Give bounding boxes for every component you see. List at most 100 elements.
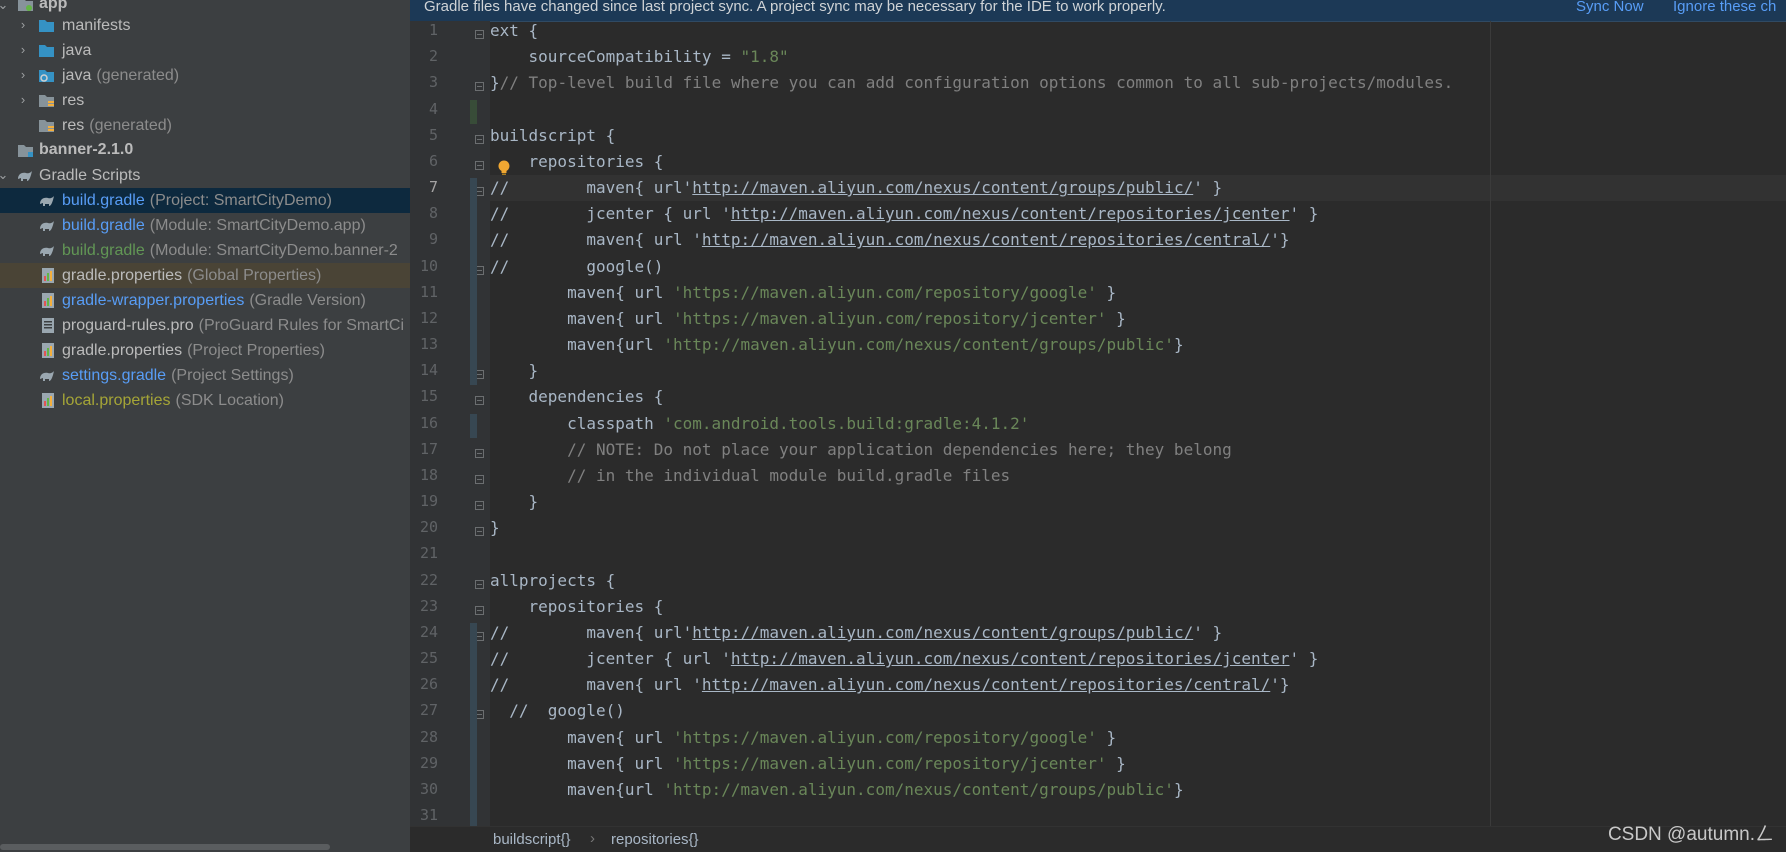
fold-marker-icon[interactable] — [475, 82, 484, 92]
line-number[interactable]: 11 — [410, 283, 438, 301]
tree-item-gradle-wrapper-properties[interactable]: gradle-wrapper.properties (Gradle Version… — [0, 288, 410, 313]
code-line[interactable]: maven{ url 'https://maven.aliyun.com/rep… — [490, 280, 1786, 306]
code-line[interactable]: // maven{ url'http://maven.aliyun.com/ne… — [490, 175, 1786, 202]
code-line[interactable]: classpath 'com.android.tools.build:gradl… — [490, 411, 1786, 437]
tree-item-gradle-properties-project[interactable]: gradle.properties (Project Properties) — [0, 338, 410, 363]
line-number[interactable]: 2 — [410, 47, 438, 65]
line-number[interactable]: 12 — [410, 309, 438, 327]
code-line[interactable]: }// Top-level build file where you can a… — [490, 70, 1786, 96]
chevron-down-icon[interactable]: ⌄ — [0, 168, 9, 181]
vcs-change-marker[interactable] — [470, 622, 477, 831]
line-number[interactable]: 4 — [410, 100, 438, 118]
line-number-gutter[interactable]: 1 2 3 4 5 6 7 8 9 10 11 12 13 14 15 16 17 18 19 20 21 22 23 24 2… — [410, 21, 468, 827]
tree-item-build-gradle-banner[interactable]: build.gradle (Module: SmartCityDemo.banne… — [0, 238, 410, 263]
code-line[interactable]: buildscript { — [490, 123, 1786, 149]
line-number[interactable]: 10 — [410, 257, 438, 275]
fold-marker-icon[interactable] — [475, 160, 484, 170]
fold-marker-icon[interactable] — [475, 30, 484, 39]
breadcrumb-item-buildscript[interactable]: buildscript{} — [493, 831, 571, 848]
code-line[interactable]: // in the individual module build.gradle… — [490, 463, 1786, 489]
line-number[interactable]: 18 — [410, 466, 438, 484]
code-line[interactable]: allprojects { — [490, 568, 1786, 594]
code-line[interactable] — [490, 541, 1786, 567]
code-editor[interactable]: Gradle files have changed since last pro… — [410, 0, 1786, 852]
tree-item-banner-module[interactable]: banner-2.1.0 — [0, 138, 410, 163]
line-number[interactable]: 15 — [410, 387, 438, 405]
code-line[interactable]: // maven{ url 'http://maven.aliyun.com/n… — [490, 227, 1786, 253]
vcs-change-marker[interactable] — [470, 413, 477, 438]
line-number[interactable]: 1 — [410, 21, 438, 39]
vcs-change-marker[interactable] — [470, 99, 477, 124]
chevron-right-icon[interactable]: › — [17, 93, 29, 106]
tree-item-settings-gradle[interactable]: settings.gradle (Project Settings) — [0, 363, 410, 388]
line-number[interactable]: 14 — [410, 361, 438, 379]
fold-marker-icon[interactable] — [475, 474, 484, 484]
tree-item-build-gradle-project[interactable]: build.gradle (Project: SmartCityDemo) — [0, 188, 410, 213]
breadcrumb-item-repositories[interactable]: repositories{} — [611, 831, 699, 848]
horizontal-scrollbar[interactable] — [0, 844, 330, 850]
line-number[interactable]: 25 — [410, 649, 438, 667]
line-number[interactable]: 13 — [410, 335, 438, 353]
fold-marker-icon[interactable] — [475, 605, 484, 615]
code-line[interactable]: // maven{ url 'http://maven.aliyun.com/n… — [490, 672, 1786, 698]
code-line[interactable]: // maven{ url'http://maven.aliyun.com/ne… — [490, 620, 1786, 646]
line-number[interactable]: 22 — [410, 571, 438, 589]
tree-item-gradle-scripts[interactable]: ⌄ Gradle Scripts — [0, 163, 410, 188]
code-line[interactable]: } — [490, 515, 1786, 541]
fold-gutter[interactable] — [468, 21, 490, 831]
line-number[interactable]: 5 — [410, 126, 438, 144]
project-tree[interactable]: ⌄ app › manifests › java › java (generate… — [0, 0, 410, 852]
line-number[interactable]: 28 — [410, 728, 438, 746]
tree-item-proguard-rules[interactable]: proguard-rules.pro (ProGuard Rules for Sm… — [0, 313, 410, 338]
code-line[interactable]: repositories { — [490, 149, 1786, 175]
tree-item-local-properties[interactable]: local.properties (SDK Location) — [0, 388, 410, 413]
code-line[interactable]: maven{url 'http://maven.aliyun.com/nexus… — [490, 777, 1786, 803]
line-number[interactable]: 27 — [410, 701, 438, 719]
line-number[interactable]: 8 — [410, 204, 438, 222]
line-number[interactable]: 31 — [410, 806, 438, 824]
line-number[interactable]: 29 — [410, 754, 438, 772]
fold-marker-icon[interactable] — [475, 579, 484, 589]
tree-item-gradle-properties-global[interactable]: gradle.properties (Global Properties) — [0, 263, 410, 288]
code-line[interactable]: } — [490, 489, 1786, 515]
sync-now-link[interactable]: Sync Now — [1576, 0, 1644, 15]
tree-item-build-gradle-app[interactable]: build.gradle (Module: SmartCityDemo.app) — [0, 213, 410, 238]
fold-marker-icon[interactable] — [475, 134, 484, 144]
code-line[interactable]: ext { — [490, 21, 1786, 44]
tree-item-manifests[interactable]: › manifests — [0, 13, 410, 38]
code-line[interactable]: // jcenter { url 'http://maven.aliyun.co… — [490, 646, 1786, 672]
tree-item-res[interactable]: › res — [0, 88, 410, 113]
code-line[interactable] — [490, 803, 1786, 827]
line-number[interactable]: 17 — [410, 440, 438, 458]
tree-item-res-generated[interactable]: res (generated) — [0, 113, 410, 138]
ignore-changes-link[interactable]: Ignore these ch — [1673, 0, 1776, 15]
fold-marker-icon[interactable] — [475, 501, 484, 511]
code-line[interactable]: maven{ url 'https://maven.aliyun.com/rep… — [490, 306, 1786, 332]
chevron-right-icon[interactable]: › — [17, 18, 29, 31]
code-line[interactable] — [490, 97, 1786, 123]
line-number[interactable]: 16 — [410, 414, 438, 432]
chevron-right-icon[interactable]: › — [17, 68, 29, 81]
line-number[interactable]: 21 — [410, 544, 438, 562]
fold-marker-icon[interactable] — [475, 527, 484, 537]
chevron-right-icon[interactable]: › — [17, 43, 29, 56]
vcs-change-marker[interactable] — [470, 178, 477, 386]
code-line[interactable]: } — [490, 358, 1786, 384]
tree-item-java[interactable]: › java — [0, 38, 410, 63]
code-line[interactable]: repositories { — [490, 594, 1786, 620]
line-number[interactable]: 7 — [410, 178, 438, 196]
code-line[interactable]: // NOTE: Do not place your application d… — [490, 437, 1786, 463]
line-number[interactable]: 3 — [410, 73, 438, 91]
code-line[interactable]: dependencies { — [490, 384, 1786, 410]
code-line[interactable]: // google() — [490, 698, 1786, 724]
line-number[interactable]: 23 — [410, 597, 438, 615]
code-area[interactable]: ext { sourceCompatibility = "1.8"}// Top… — [490, 21, 1786, 827]
line-number[interactable]: 20 — [410, 518, 438, 536]
line-number[interactable]: 24 — [410, 623, 438, 641]
code-line[interactable]: // jcenter { url 'http://maven.aliyun.co… — [490, 201, 1786, 227]
line-number[interactable]: 9 — [410, 230, 438, 248]
line-number[interactable]: 26 — [410, 675, 438, 693]
line-number[interactable]: 6 — [410, 152, 438, 170]
lightbulb-icon[interactable] — [497, 160, 511, 176]
code-line[interactable]: maven{url 'http://maven.aliyun.com/nexus… — [490, 332, 1786, 358]
